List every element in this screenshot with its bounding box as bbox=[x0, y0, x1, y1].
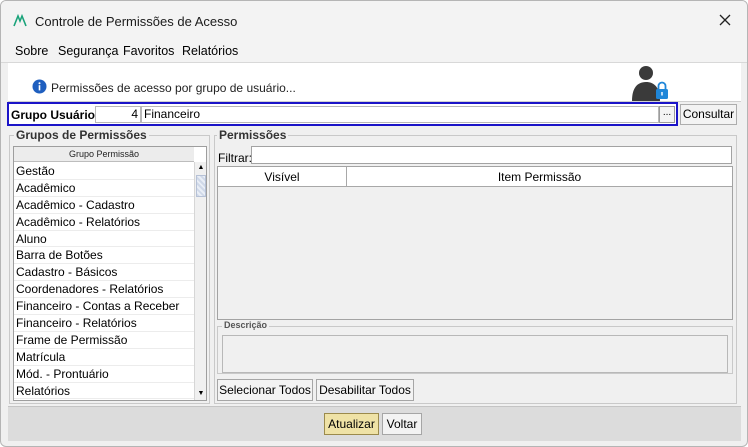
list-item[interactable]: Financeiro - Contas a Receber bbox=[14, 298, 194, 316]
header-panel: Permissões de acesso por grupo de usuári… bbox=[8, 63, 741, 102]
list-item[interactable]: Barra de Botões bbox=[14, 247, 194, 265]
grupo-usuario-code-field[interactable]: 4 bbox=[95, 106, 141, 123]
desabilitar-todos-button[interactable]: Desabilitar Todos bbox=[316, 379, 414, 401]
grupo-usuario-name-field[interactable]: Financeiro bbox=[141, 106, 659, 123]
list-item[interactable]: Financeiro - Relatórios bbox=[14, 315, 194, 332]
list-item[interactable]: Acadêmico - Relatórios bbox=[14, 214, 194, 231]
permissoes-grid[interactable]: Visível Item Permissão bbox=[217, 166, 733, 320]
descricao-group: Descrição bbox=[217, 320, 733, 374]
menu-relatorios[interactable]: Relatórios bbox=[182, 44, 238, 58]
menu-sobre[interactable]: Sobre bbox=[15, 44, 48, 58]
lookup-button[interactable]: ... bbox=[659, 106, 675, 123]
selecionar-todos-button[interactable]: Selecionar Todos bbox=[217, 379, 313, 401]
list-item[interactable]: Cadastro - Básicos bbox=[14, 264, 194, 282]
header-info-text: Permissões de acesso por grupo de usuári… bbox=[51, 81, 296, 95]
user-lock-icon bbox=[632, 66, 668, 101]
list-item[interactable]: Frame de Permissão bbox=[14, 332, 194, 349]
scroll-down-icon[interactable]: ▼ bbox=[195, 388, 206, 400]
grupo-usuario-label: Grupo Usuário: bbox=[11, 108, 100, 122]
list-scrollbar[interactable]: ▲ ▼ bbox=[194, 162, 206, 400]
atualizar-button[interactable]: Atualizar bbox=[324, 413, 379, 435]
descricao-label: Descrição bbox=[222, 320, 270, 330]
grupos-permissoes-title: Grupos de Permissões bbox=[14, 128, 149, 142]
filtrar-input[interactable] bbox=[251, 146, 732, 164]
grupos-permissoes-items: Gestão Acadêmico Acadêmico - Cadastro Ac… bbox=[14, 163, 194, 400]
scroll-up-icon[interactable]: ▲ bbox=[195, 162, 206, 174]
list-item[interactable]: Acadêmico bbox=[14, 180, 194, 197]
voltar-button[interactable]: Voltar bbox=[382, 413, 422, 435]
window-title: Controle de Permissões de Acesso bbox=[35, 14, 238, 29]
app-window: Controle de Permissões de Acesso Sobre S… bbox=[0, 0, 748, 447]
grupo-permissao-column-header[interactable]: Grupo Permissão bbox=[14, 147, 194, 162]
info-icon bbox=[32, 79, 47, 94]
grupos-permissoes-list[interactable]: Grupo Permissão Gestão Acadêmico Acadêmi… bbox=[13, 146, 207, 401]
title-bar: Controle de Permissões de Acesso bbox=[1, 1, 747, 41]
consultar-button[interactable]: Consultar bbox=[680, 104, 737, 125]
column-header-item-permissao[interactable]: Item Permissão bbox=[347, 167, 732, 187]
permissoes-grid-header: Visível Item Permissão bbox=[218, 167, 732, 187]
app-logo-icon bbox=[13, 14, 27, 27]
filtrar-label: Filtrar: bbox=[218, 151, 252, 165]
list-item[interactable]: Coordenadores - Relatórios bbox=[14, 281, 194, 299]
grupo-usuario-row: Grupo Usuário: 4 Financeiro ... bbox=[7, 102, 678, 126]
list-item[interactable]: Matrícula bbox=[14, 349, 194, 366]
menu-favoritos[interactable]: Favoritos bbox=[123, 44, 174, 58]
descricao-box bbox=[222, 335, 728, 373]
menu-seguranca[interactable]: Segurança bbox=[58, 44, 118, 58]
list-item[interactable]: Acadêmico - Cadastro bbox=[14, 197, 194, 214]
list-item[interactable]: Gestão bbox=[14, 163, 194, 180]
list-item[interactable]: Aluno bbox=[14, 231, 194, 248]
permissoes-title: Permissões bbox=[217, 128, 289, 142]
scroll-thumb[interactable] bbox=[196, 175, 206, 197]
menu-bar: Sobre Segurança Favoritos Relatórios bbox=[1, 41, 747, 63]
column-header-visivel[interactable]: Visível bbox=[218, 167, 346, 187]
list-item[interactable]: Relatórios bbox=[14, 383, 194, 400]
close-icon[interactable] bbox=[717, 12, 733, 28]
list-item[interactable]: Mód. - Prontuário bbox=[14, 366, 194, 383]
